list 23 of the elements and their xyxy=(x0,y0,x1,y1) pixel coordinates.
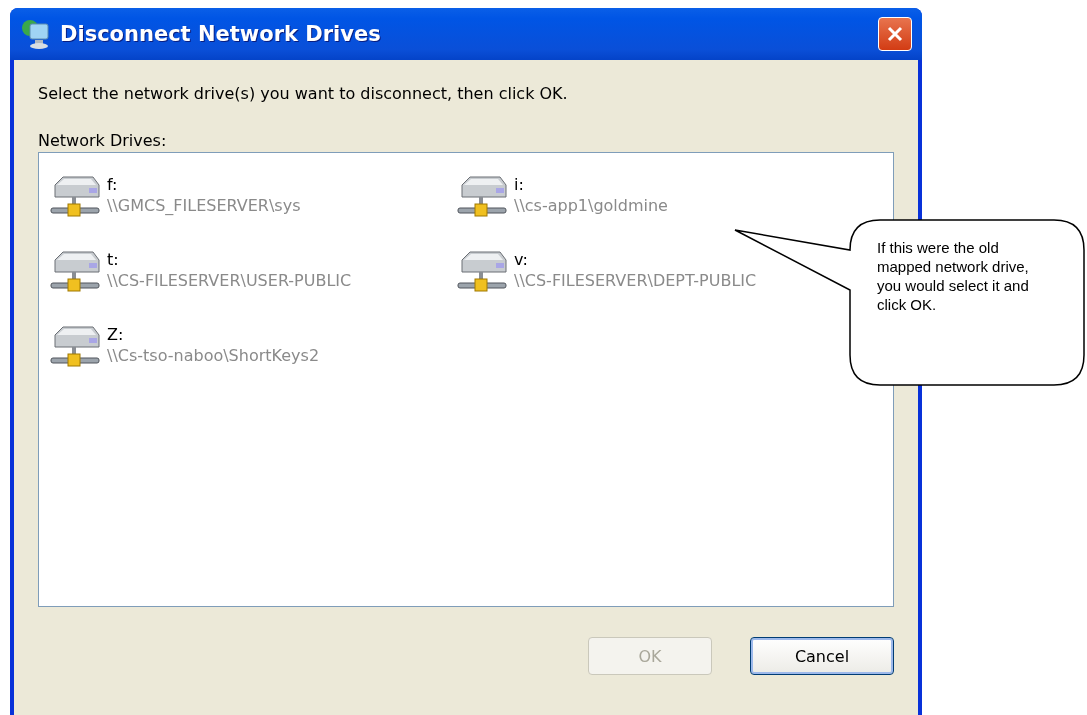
drive-item[interactable]: f: \\GMCS_FILESERVER\sys xyxy=(47,173,303,223)
close-icon xyxy=(885,24,905,44)
drive-path: \\CS-FILESERVER\DEPT-PUBLIC xyxy=(514,270,757,292)
drive-letter: f: xyxy=(107,175,119,195)
drive-letter: Z: xyxy=(107,325,125,345)
drive-item[interactable]: t: \\CS-FILESERVER\USER-PUBLIC xyxy=(47,248,354,298)
network-computer-icon xyxy=(20,18,52,50)
callout-text: If this were the old mapped network drive, you would select it and click OK. xyxy=(877,238,1030,314)
drive-letter: i: xyxy=(514,175,525,195)
drive-item[interactable]: i: \\cs-app1\goldmine xyxy=(454,173,670,223)
dialog-button[interactable]: Cancel xyxy=(750,637,894,675)
drive-item[interactable]: Z: \\Cs-tso-naboo\ShortKeys2 xyxy=(47,323,322,373)
drive-letter: t: xyxy=(107,250,120,270)
close-button[interactable] xyxy=(878,17,912,51)
drive-item[interactable]: v: \\CS-FILESERVER\DEPT-PUBLIC xyxy=(454,248,759,298)
drive-path: \\cs-app1\goldmine xyxy=(514,195,668,217)
drive-letter: v: xyxy=(514,250,529,270)
window-title: Disconnect Network Drives xyxy=(60,22,382,46)
list-label: Network Drives: xyxy=(38,131,168,150)
instruction-text: Select the network drive(s) you want to disconnect, then click OK. xyxy=(38,84,569,103)
drive-path: \\Cs-tso-naboo\ShortKeys2 xyxy=(107,345,320,367)
drive-path: \\GMCS_FILESERVER\sys xyxy=(107,195,301,217)
drive-path: \\CS-FILESERVER\USER-PUBLIC xyxy=(107,270,352,292)
